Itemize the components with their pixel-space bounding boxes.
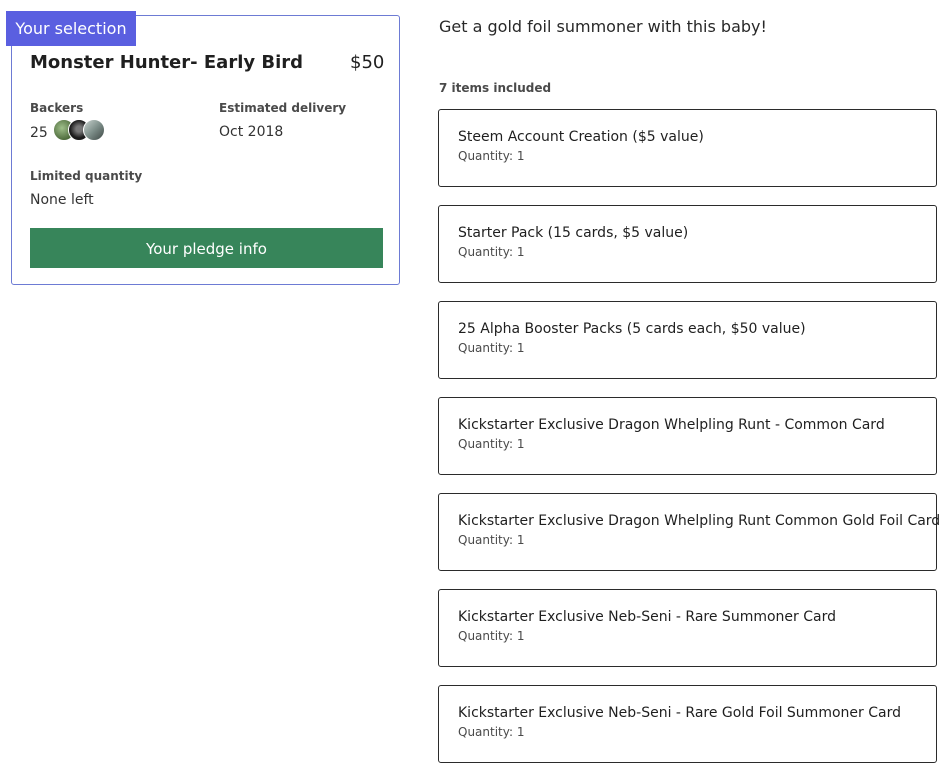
- delivery-value: Oct 2018: [219, 124, 284, 140]
- item-name: Kickstarter Exclusive Neb-Seni - Rare Su…: [458, 609, 836, 625]
- item-quantity: Quantity: 1: [458, 533, 525, 547]
- item-name: Starter Pack (15 cards, $5 value): [458, 225, 689, 241]
- item-name: Kickstarter Exclusive Dragon Whelpling R…: [458, 417, 885, 433]
- included-items-list: Steem Account Creation ($5 value) Quanti…: [438, 109, 941, 773]
- item-name: Kickstarter Exclusive Neb-Seni - Rare Go…: [458, 705, 901, 721]
- selection-badge: Your selection: [6, 11, 136, 46]
- list-item: Steem Account Creation ($5 value) Quanti…: [438, 109, 937, 187]
- backers-label: Backers: [30, 101, 84, 115]
- item-quantity: Quantity: 1: [458, 725, 525, 739]
- backers-count: 25: [30, 125, 48, 141]
- delivery-label: Estimated delivery: [219, 101, 347, 115]
- reward-price: $50: [350, 52, 385, 73]
- reward-title: Monster Hunter- Early Bird: [30, 52, 304, 73]
- items-count: 7 items included: [439, 81, 552, 95]
- list-item: Kickstarter Exclusive Neb-Seni - Rare Go…: [438, 685, 937, 763]
- item-quantity: Quantity: 1: [458, 629, 525, 643]
- item-quantity: Quantity: 1: [458, 437, 525, 451]
- list-item: 25 Alpha Booster Packs (5 cards each, $5…: [438, 301, 937, 379]
- avatar: [83, 119, 105, 141]
- item-quantity: Quantity: 1: [458, 341, 525, 355]
- item-name: Steem Account Creation ($5 value): [458, 129, 704, 145]
- list-item: Kickstarter Exclusive Dragon Whelpling R…: [438, 397, 937, 475]
- list-item: Kickstarter Exclusive Dragon Whelpling R…: [438, 493, 941, 571]
- item-name: Kickstarter Exclusive Dragon Whelpling R…: [458, 513, 941, 529]
- item-quantity: Quantity: 1: [458, 149, 525, 163]
- item-quantity: Quantity: 1: [458, 245, 525, 259]
- limited-quantity-label: Limited quantity: [30, 169, 143, 183]
- reward-description: Get a gold foil summoner with this baby!: [439, 17, 767, 36]
- item-name: 25 Alpha Booster Packs (5 cards each, $5…: [458, 321, 806, 337]
- page: Your selection Monster Hunter- Early Bir…: [0, 0, 952, 773]
- limited-quantity-value: None left: [30, 192, 94, 208]
- list-item: Starter Pack (15 cards, $5 value) Quanti…: [438, 205, 937, 283]
- list-item: Kickstarter Exclusive Neb-Seni - Rare Su…: [438, 589, 937, 667]
- backer-avatars: [53, 119, 113, 143]
- pledge-info-button[interactable]: Your pledge info: [30, 228, 383, 268]
